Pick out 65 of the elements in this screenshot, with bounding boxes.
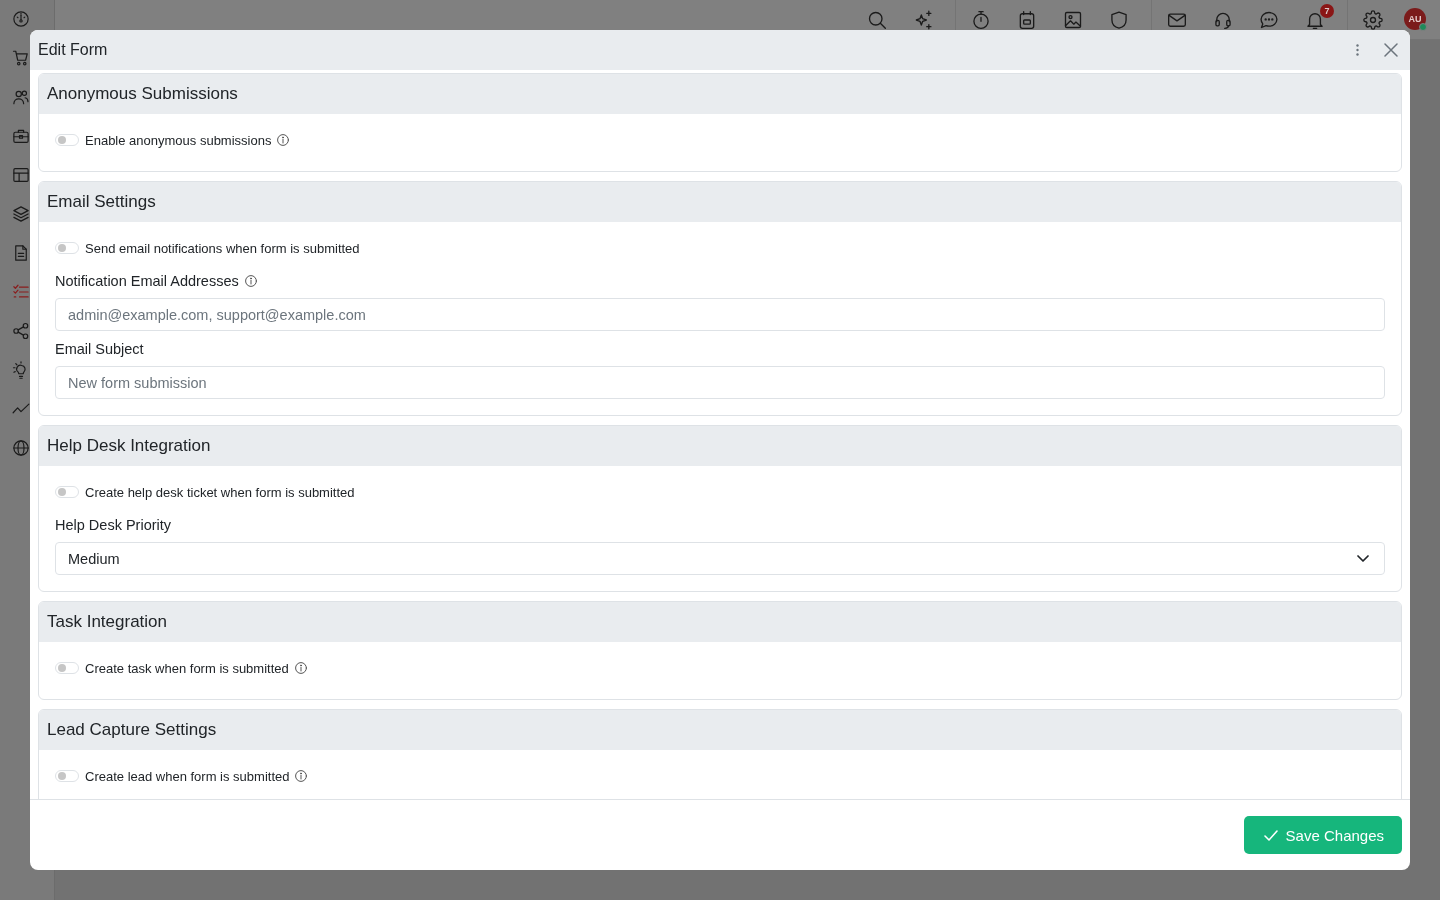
dialog-title: Edit Form: [38, 41, 109, 59]
vertical-dots-icon: [1356, 44, 1359, 56]
field-label: Help Desk Priority: [55, 517, 172, 533]
toggle-label: Enable anonymous submissions: [85, 132, 272, 148]
image-icon: [1063, 9, 1083, 30]
more-options-button[interactable]: [1356, 44, 1359, 56]
check-icon: [1263, 829, 1278, 841]
nav-button[interactable]: [12, 127, 30, 145]
close-icon: [1384, 43, 1398, 57]
briefcase-icon: [12, 127, 30, 145]
gauge-icon: [12, 10, 30, 28]
chat-icon: [1259, 9, 1279, 30]
toggle-label: Create help desk ticket when form is submitted: [85, 484, 355, 500]
settings-button[interactable]: [1363, 9, 1383, 30]
search-button[interactable]: [867, 9, 887, 30]
checklist-icon: [12, 283, 30, 301]
calendar-icon: [1017, 9, 1037, 30]
shield-button[interactable]: [1109, 9, 1129, 30]
document-icon: [12, 244, 30, 262]
card-title: Anonymous Submissions: [47, 84, 238, 104]
nav-button[interactable]: [12, 10, 30, 28]
shield-icon: [1109, 9, 1129, 30]
toggle-switch[interactable]: [55, 770, 79, 782]
field-label: Notification Email Addresses: [55, 273, 239, 289]
share-icon: [12, 322, 30, 340]
nav-button[interactable]: [12, 166, 30, 184]
toggle-switch[interactable]: [55, 242, 79, 254]
cart-icon: [12, 49, 30, 67]
nav-button[interactable]: [12, 49, 30, 67]
sparkles-icon: [913, 9, 933, 30]
toggle-label: Create lead when form is submitted: [85, 768, 290, 784]
toggle-switch[interactable]: [55, 662, 79, 674]
nav-button[interactable]: [12, 205, 30, 223]
chat-button[interactable]: [1259, 9, 1279, 30]
user-avatar[interactable]: AU: [1404, 7, 1426, 30]
users-icon: [12, 88, 30, 106]
chevron-down-icon: [1357, 555, 1369, 562]
text-input[interactable]: admin@example.com, support@example.com: [55, 298, 1385, 331]
stopwatch-icon: [971, 9, 991, 30]
toggle-switch[interactable]: [55, 134, 79, 146]
settings-icon: [1363, 9, 1383, 30]
close-button[interactable]: [1384, 43, 1398, 57]
nav-button[interactable]: [12, 244, 30, 262]
toggle-label: Send email notifications when form is submitted: [85, 240, 360, 256]
globe-icon: [12, 439, 30, 457]
card-title: Task Integration: [47, 612, 167, 632]
layers-icon: [12, 205, 30, 223]
nav-button[interactable]: [12, 439, 30, 457]
stopwatch-button[interactable]: [971, 9, 991, 30]
notification-badge: 7: [1320, 3, 1334, 18]
card-title: Email Settings: [47, 192, 156, 212]
card-title: Help Desk Integration: [47, 436, 211, 456]
text-input[interactable]: New form submission: [55, 366, 1385, 399]
calendar-button[interactable]: [1017, 9, 1037, 30]
nav-button[interactable]: [12, 88, 30, 106]
card-title: Lead Capture Settings: [47, 720, 217, 740]
select-field[interactable]: Medium: [55, 542, 1385, 575]
sparkles-button[interactable]: [913, 9, 933, 30]
toggle-label: Create task when form is submitted: [85, 660, 289, 676]
nav-button[interactable]: [12, 322, 30, 340]
search-icon: [867, 9, 887, 30]
layout-icon: [12, 166, 30, 184]
toggle-switch[interactable]: [55, 486, 79, 498]
field-label: Email Subject: [55, 341, 144, 357]
image-button[interactable]: [1063, 9, 1083, 30]
